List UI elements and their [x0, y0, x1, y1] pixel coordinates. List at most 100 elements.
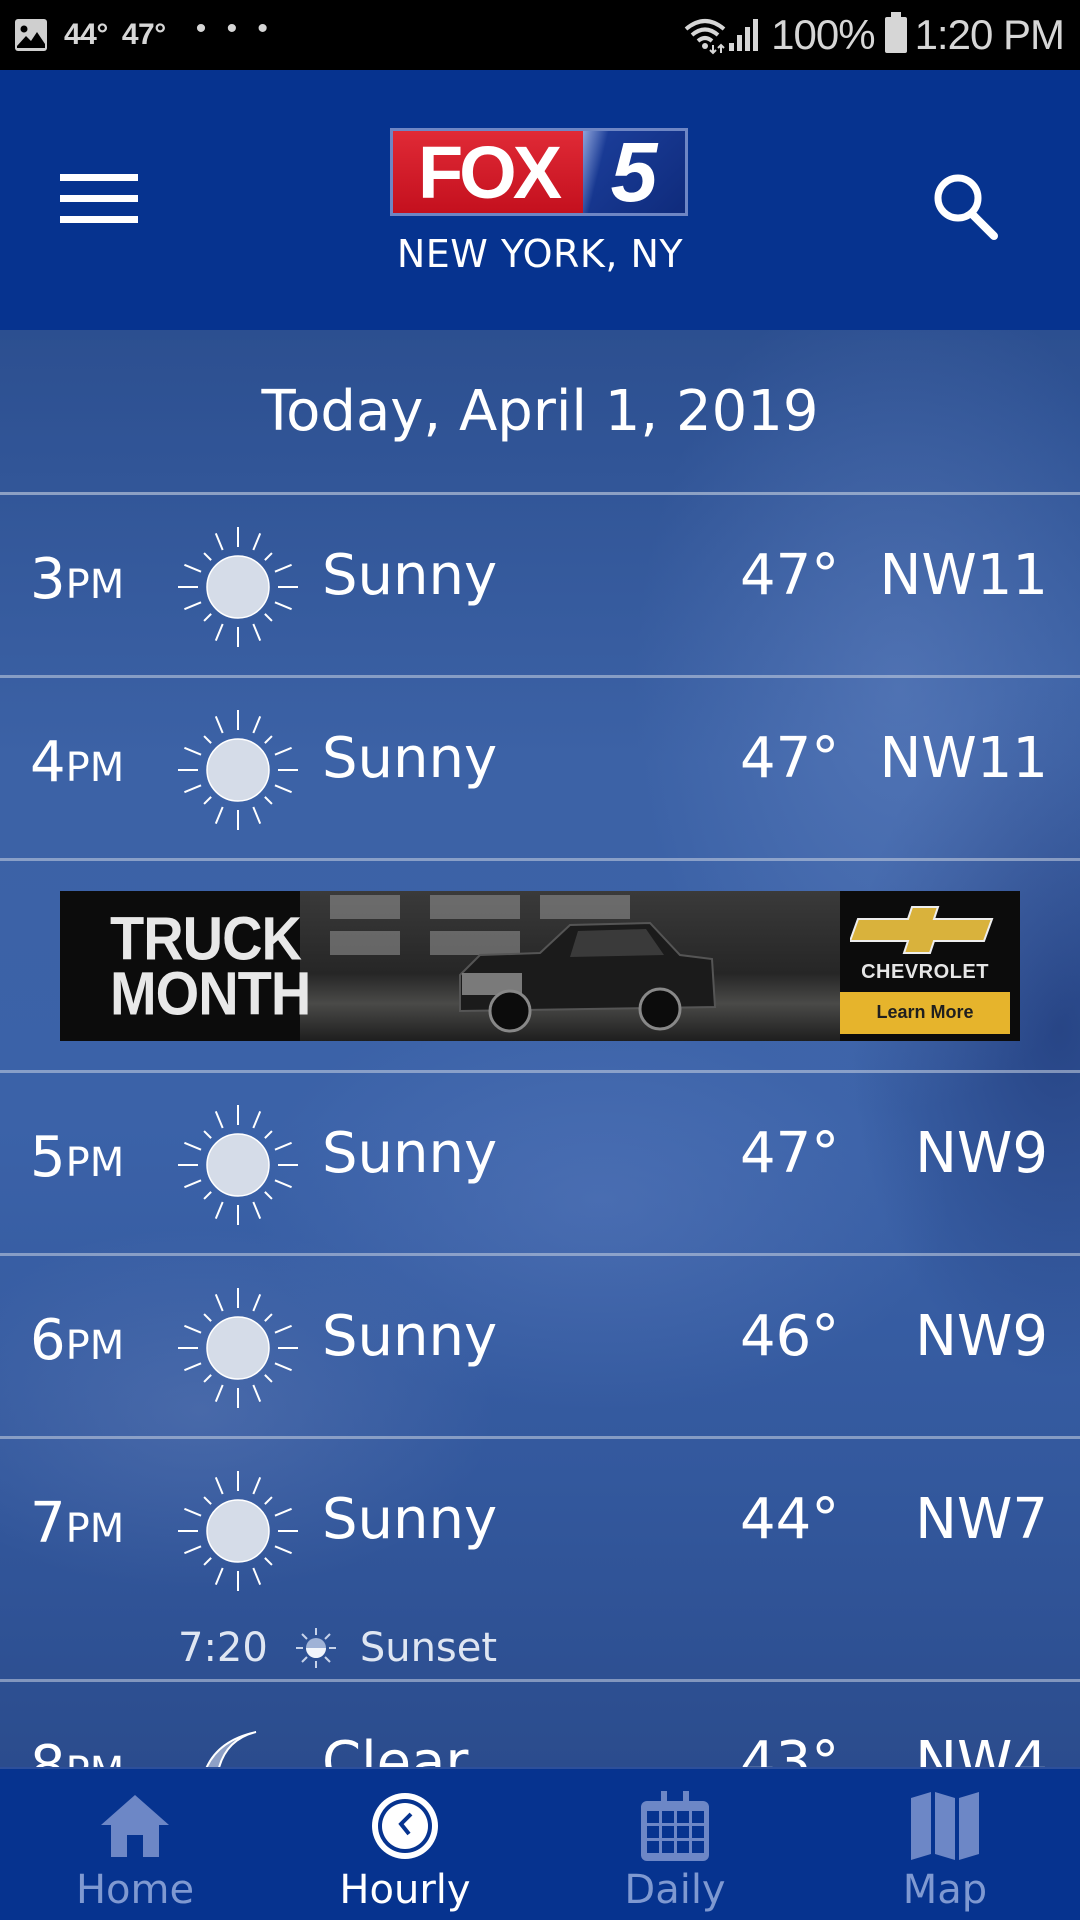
hour-time: 5PM — [30, 1125, 125, 1190]
hour-time: 6PM — [30, 1308, 125, 1373]
sunset-time: 7:20 — [178, 1625, 268, 1671]
hour-condition: Sunny — [322, 1121, 498, 1186]
nav-label-map: Map — [902, 1867, 988, 1913]
ad-brand: CHEVROLET Learn More — [840, 891, 1010, 1041]
sun-ray — [203, 1130, 212, 1139]
hour-wind: NW4 — [915, 1730, 1048, 1767]
hour-temperature: 44° — [740, 1487, 840, 1552]
app-header: FOX 5 NEW YORK, NY — [0, 70, 1080, 330]
sun-ray — [274, 746, 292, 756]
status-bar-left: 44° 47° • • • — [14, 12, 274, 52]
status-clock: 1:20 PM — [914, 11, 1065, 58]
hour-condition: Sunny — [322, 726, 498, 791]
hour-row: 3PM Sunny 47° NW11 — [0, 495, 1080, 678]
sun-ray — [274, 1179, 292, 1189]
sun-ray — [203, 1496, 212, 1505]
sun-ray — [203, 1191, 212, 1200]
hour-row: 4PM Sunny 47° NW11 — [0, 678, 1080, 861]
hour-wind: NW9 — [915, 1304, 1048, 1369]
sun-ray — [252, 1567, 262, 1585]
sun-ray — [252, 1477, 262, 1495]
sun-ray — [184, 1141, 202, 1151]
hour-wind: NW11 — [879, 726, 1048, 791]
nav-label-home: Home — [75, 1867, 195, 1913]
ad-learn-more-button[interactable]: Learn More — [840, 991, 1010, 1034]
ad-row: TRUCK MONTH CHEVROLET Learn More — [0, 861, 1080, 1073]
hour-wind: NW9 — [915, 1121, 1048, 1186]
sun-ray — [203, 1374, 212, 1383]
sun-icon — [178, 1105, 298, 1225]
nav-item-hourly[interactable]: Hourly — [270, 1769, 540, 1920]
sun-ray — [274, 1362, 292, 1372]
status-weather-temps: 44° 47° — [64, 18, 166, 52]
sun-ray — [184, 1324, 202, 1334]
sun-ray — [184, 601, 202, 611]
moon-icon — [205, 1731, 257, 1767]
hourly-forecast-list[interactable]: Today, April 1, 2019 3PM Sunny 47° NW11 … — [0, 330, 1080, 1767]
hour-time: 4PM — [30, 730, 125, 795]
sun-ray — [214, 1567, 224, 1585]
sun-ray — [184, 746, 202, 756]
status-temp-high: 47° — [121, 18, 166, 51]
hour-condition: Sunny — [322, 1487, 498, 1552]
sun-ray — [274, 784, 292, 794]
hour-row: 7PM Sunny 44° NW7 7:20 Sunset — [0, 1439, 1080, 1682]
sun-ray — [214, 533, 224, 551]
sun-ray — [264, 613, 273, 622]
hour-condition: Sunny — [322, 1304, 498, 1369]
sun-ray — [214, 1384, 224, 1402]
logo-fox-text: FOX — [393, 131, 583, 214]
nav-item-home[interactable]: Home — [0, 1769, 270, 1920]
hour-time: 8PM — [30, 1734, 124, 1767]
sun-ray — [214, 1294, 224, 1312]
battery-icon — [884, 12, 907, 53]
sun-ray — [184, 1507, 202, 1517]
hour-temperature: 47° — [740, 726, 840, 791]
nav-item-map[interactable]: Map — [810, 1769, 1080, 1920]
sun-ray — [184, 1179, 202, 1189]
sun-ray — [203, 552, 212, 561]
sun-ray — [203, 1557, 212, 1566]
sun-disc — [206, 1133, 270, 1197]
hour-row: 8PM Clear 43° NW4 — [0, 1682, 1080, 1767]
sun-icon — [178, 527, 298, 647]
sun-ray — [274, 1324, 292, 1334]
sun-ray — [214, 716, 224, 734]
sun-ray — [274, 601, 292, 611]
sun-ray — [203, 1313, 212, 1322]
logo-five-text: 5 — [583, 131, 685, 213]
hamburger-menu-icon[interactable] — [60, 174, 138, 230]
sun-ray — [252, 1201, 262, 1219]
sun-ray — [264, 1496, 273, 1505]
sun-ray — [184, 1545, 202, 1555]
ad-banner[interactable]: TRUCK MONTH CHEVROLET Learn More — [60, 890, 1020, 1041]
sunset-icon — [295, 1628, 336, 1668]
sun-ray — [264, 796, 273, 805]
ad-brand-name: CHEVROLET — [861, 960, 989, 983]
hour-time: 7PM — [30, 1491, 125, 1556]
sun-ray — [264, 1557, 273, 1566]
sun-ray — [203, 796, 212, 805]
location-label: NEW YORK, NY — [396, 232, 684, 276]
hour-wind: NW7 — [915, 1487, 1048, 1552]
sun-ray — [252, 623, 262, 641]
sun-ray — [252, 533, 262, 551]
sun-ray — [214, 1201, 224, 1219]
hour-time: 3PM — [30, 547, 125, 612]
hour-temperature: 47° — [740, 1121, 840, 1186]
map-icon — [911, 1792, 979, 1860]
sun-ray — [274, 1507, 292, 1517]
sun-ray — [252, 806, 262, 824]
sun-ray — [264, 1130, 273, 1139]
fox5-logo: FOX 5 — [390, 128, 688, 216]
status-temp-low: 44° — [64, 18, 108, 51]
sun-ray — [214, 806, 224, 824]
sun-ray — [184, 563, 202, 573]
sun-ray — [214, 623, 224, 641]
sun-ray — [274, 1141, 292, 1151]
sun-ray — [203, 735, 212, 744]
search-icon[interactable] — [928, 168, 1002, 242]
status-bar-right: 100% 1:20 PM — [683, 11, 1065, 59]
sun-ray — [252, 1111, 262, 1129]
nav-item-daily[interactable]: Daily — [540, 1769, 810, 1920]
